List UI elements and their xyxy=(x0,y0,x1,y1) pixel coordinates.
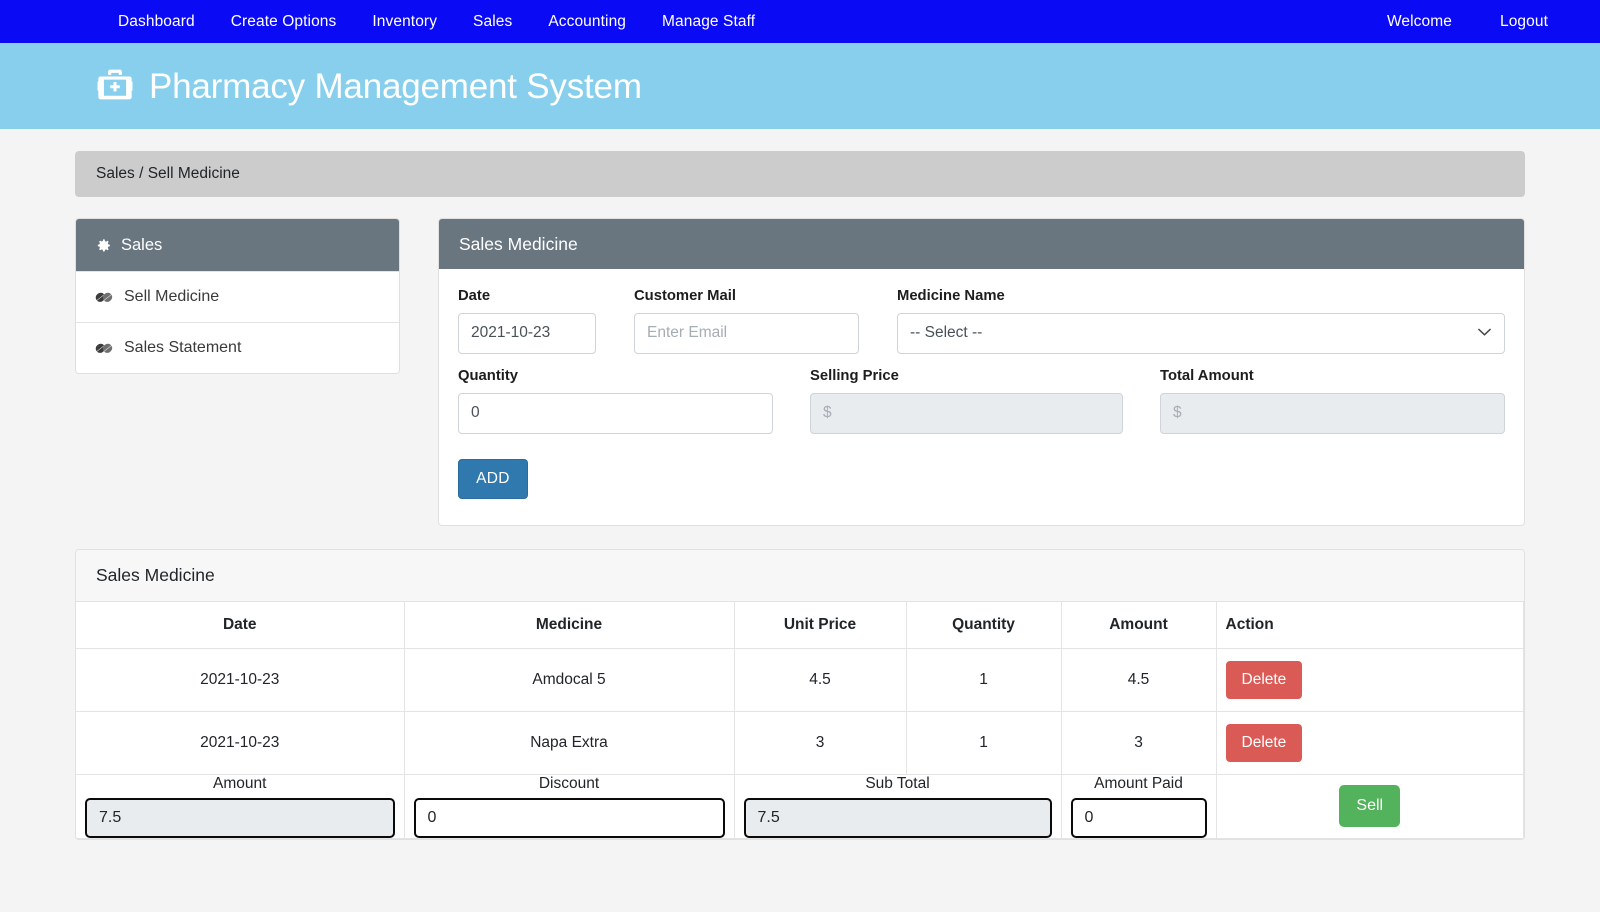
main-row: Sales Sell Medicine Sales Statement Sale… xyxy=(75,218,1525,526)
column-header-medicine: Medicine xyxy=(404,601,735,649)
sales-medicine-table: Date Medicine Unit Price Quantity Amount… xyxy=(76,601,1524,839)
medicine-name-selected-value: -- Select -- xyxy=(910,324,983,342)
sales-medicine-form-card: Sales Medicine Date Customer Mail Medici… xyxy=(438,218,1525,526)
form-body: Date Customer Mail Medicine Name -- Sele… xyxy=(439,269,1524,525)
table-body: 2021-10-23 Amdocal 5 4.5 1 4.5 Delete 20… xyxy=(76,648,1524,839)
subtotal-input[interactable] xyxy=(743,797,1052,838)
table-footer-row: Amount Discount Sub Total Amount Paid xyxy=(76,774,1524,839)
form-row-1: Date Customer Mail Medicine Name -- Sele… xyxy=(458,288,1505,354)
footer-sell-cell: Sell xyxy=(1216,774,1524,839)
total-amount-label: Total Amount xyxy=(1160,367,1254,384)
nav-item-accounting[interactable]: Accounting xyxy=(530,8,644,36)
chevron-down-icon xyxy=(1478,324,1491,342)
footer-amount-cell: Amount xyxy=(76,774,405,839)
table-card-title: Sales Medicine xyxy=(96,564,215,585)
medicine-name-field-group: Medicine Name -- Select -- xyxy=(897,288,1505,354)
cell-amount: 3 xyxy=(1061,711,1217,775)
quantity-input[interactable] xyxy=(458,392,773,434)
medical-kit-icon xyxy=(95,66,135,106)
footer-discount-cell: Discount xyxy=(404,774,735,839)
sales-medicine-table-card: Sales Medicine Date Medicine Unit Price … xyxy=(75,548,1525,840)
sales-sidebar: Sales Sell Medicine Sales Statement xyxy=(75,218,400,374)
sidebar-header-label: Sales xyxy=(121,235,163,254)
customer-mail-input[interactable] xyxy=(634,312,859,354)
navbar-right-links: Welcome Logout xyxy=(1363,8,1572,36)
table-row: 2021-10-23 Amdocal 5 4.5 1 4.5 Delete xyxy=(76,648,1524,712)
delete-button[interactable]: Delete xyxy=(1225,724,1303,762)
cell-date: 2021-10-23 xyxy=(76,711,405,775)
amount-paid-label: Amount Paid xyxy=(1094,775,1183,792)
nav-item-manage-staff[interactable]: Manage Staff xyxy=(644,8,773,36)
form-row-2: Quantity Selling Price Total Amount xyxy=(458,368,1505,434)
sidebar-item-sell-medicine[interactable]: Sell Medicine xyxy=(76,271,399,322)
column-header-quantity: Quantity xyxy=(906,601,1062,649)
cell-amount: 4.5 xyxy=(1061,648,1217,712)
nav-item-inventory[interactable]: Inventory xyxy=(354,8,455,36)
breadcrumb: Sales / Sell Medicine xyxy=(75,151,1525,197)
selling-price-input[interactable] xyxy=(810,392,1123,434)
page-title: Pharmacy Management System xyxy=(149,66,642,106)
column-header-action: Action xyxy=(1216,601,1524,649)
date-label: Date xyxy=(458,288,491,304)
cell-quantity: 1 xyxy=(906,711,1062,775)
sidebar-item-sales-statement[interactable]: Sales Statement xyxy=(76,322,399,373)
footer-subtotal-cell: Sub Total xyxy=(734,774,1062,839)
sidebar-header: Sales xyxy=(76,219,399,271)
medicine-name-select[interactable]: -- Select -- xyxy=(897,312,1505,354)
customer-mail-label: Customer Mail xyxy=(634,288,736,304)
cell-date: 2021-10-23 xyxy=(76,648,405,712)
date-input[interactable] xyxy=(458,312,596,354)
navbar-left-links: Dashboard Create Options Inventory Sales… xyxy=(100,8,773,36)
cell-action: Delete xyxy=(1216,711,1524,775)
table-card-header: Sales Medicine xyxy=(76,549,1524,602)
top-navbar: Dashboard Create Options Inventory Sales… xyxy=(0,0,1600,43)
selling-price-label: Selling Price xyxy=(810,367,899,384)
form-card-header: Sales Medicine xyxy=(439,219,1524,269)
footer-amount-paid-cell: Amount Paid xyxy=(1061,774,1217,839)
total-amount-input[interactable] xyxy=(1160,392,1505,434)
nav-item-create-options[interactable]: Create Options xyxy=(213,8,355,36)
discount-label: Discount xyxy=(538,775,600,792)
cell-unit-price: 4.5 xyxy=(734,648,907,712)
breadcrumb-text: Sales / Sell Medicine xyxy=(96,165,240,182)
nav-item-logout[interactable]: Logout xyxy=(1476,8,1572,36)
total-amount-field-group: Total Amount xyxy=(1160,368,1505,434)
cell-medicine: Amdocal 5 xyxy=(404,648,735,712)
table-header-row: Date Medicine Unit Price Quantity Amount… xyxy=(76,601,1524,649)
app-banner: Pharmacy Management System xyxy=(0,43,1600,129)
amount-label: Amount xyxy=(213,775,267,792)
customer-mail-field-group: Customer Mail xyxy=(634,288,859,354)
capsules-icon xyxy=(95,341,114,356)
gear-icon xyxy=(95,237,112,254)
sidebar-item-label: Sell Medicine xyxy=(124,288,220,305)
table-header: Date Medicine Unit Price Quantity Amount… xyxy=(76,601,1524,649)
subtotal-label: Sub Total xyxy=(865,775,930,792)
quantity-label: Quantity xyxy=(458,367,519,384)
cell-unit-price: 3 xyxy=(734,711,907,775)
discount-input[interactable] xyxy=(413,797,725,838)
column-header-unit-price: Unit Price xyxy=(734,601,907,649)
nav-item-welcome[interactable]: Welcome xyxy=(1363,8,1476,36)
amount-paid-input[interactable] xyxy=(1070,797,1207,838)
table-row: 2021-10-23 Napa Extra 3 1 3 Delete xyxy=(76,711,1524,775)
form-card-title: Sales Medicine xyxy=(459,233,578,254)
sidebar-item-label: Sales Statement xyxy=(124,339,242,356)
delete-button[interactable]: Delete xyxy=(1225,661,1303,699)
column-header-date: Date xyxy=(76,601,405,649)
date-field-group: Date xyxy=(458,288,596,354)
selling-price-field-group: Selling Price xyxy=(810,368,1123,434)
capsules-icon xyxy=(95,290,114,305)
page-container: Sales / Sell Medicine Sales Sell Medicin… xyxy=(0,151,1600,840)
amount-input[interactable] xyxy=(85,797,395,838)
cell-action: Delete xyxy=(1216,648,1524,712)
add-button[interactable]: ADD xyxy=(458,458,528,499)
medicine-name-label: Medicine Name xyxy=(897,288,1005,304)
column-header-amount: Amount xyxy=(1061,601,1217,649)
sell-button[interactable]: Sell xyxy=(1339,785,1401,828)
nav-item-dashboard[interactable]: Dashboard xyxy=(100,8,213,36)
cell-quantity: 1 xyxy=(906,648,1062,712)
cell-medicine: Napa Extra xyxy=(404,711,735,775)
quantity-field-group: Quantity xyxy=(458,368,773,434)
nav-item-sales[interactable]: Sales xyxy=(455,8,530,36)
